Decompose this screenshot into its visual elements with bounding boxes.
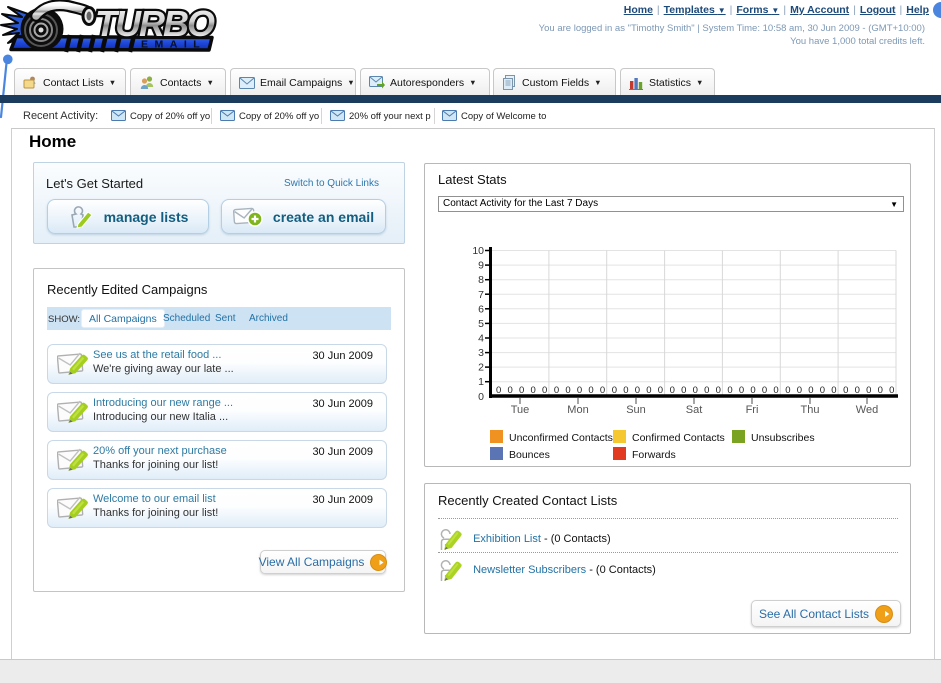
svg-text:0: 0 (542, 385, 547, 396)
svg-text:Confirmed Contacts: Confirmed Contacts (632, 432, 725, 444)
svg-text:0: 0 (531, 385, 536, 396)
svg-text:2: 2 (478, 362, 484, 374)
svg-text:Sat: Sat (686, 404, 703, 416)
svg-text:Fri: Fri (746, 404, 759, 416)
svg-text:1: 1 (478, 376, 484, 388)
svg-text:Tue: Tue (511, 404, 530, 416)
svg-text:9: 9 (478, 260, 484, 272)
svg-text:7: 7 (478, 289, 484, 301)
svg-text:5: 5 (478, 318, 484, 330)
svg-text:Thu: Thu (801, 404, 820, 416)
svg-text:6: 6 (478, 303, 484, 315)
svg-text:Mon: Mon (567, 404, 588, 416)
svg-text:3: 3 (478, 347, 484, 359)
svg-text:Wed: Wed (856, 404, 878, 416)
svg-text:10: 10 (472, 245, 484, 257)
svg-text:0: 0 (508, 385, 513, 396)
svg-text:Unconfirmed Contacts: Unconfirmed Contacts (509, 432, 613, 444)
svg-text:Forwards: Forwards (632, 449, 676, 461)
svg-text:TURBO: TURBO (95, 3, 215, 44)
svg-text:0: 0 (478, 391, 484, 403)
svg-text:8: 8 (478, 274, 484, 286)
svg-text:0: 0 (496, 385, 501, 396)
svg-text:Unsubscribes: Unsubscribes (751, 432, 815, 444)
svg-text:Bounces: Bounces (509, 449, 550, 461)
svg-text:0: 0 (519, 385, 524, 396)
svg-text:4: 4 (478, 333, 484, 345)
svg-text:Sun: Sun (626, 404, 646, 416)
